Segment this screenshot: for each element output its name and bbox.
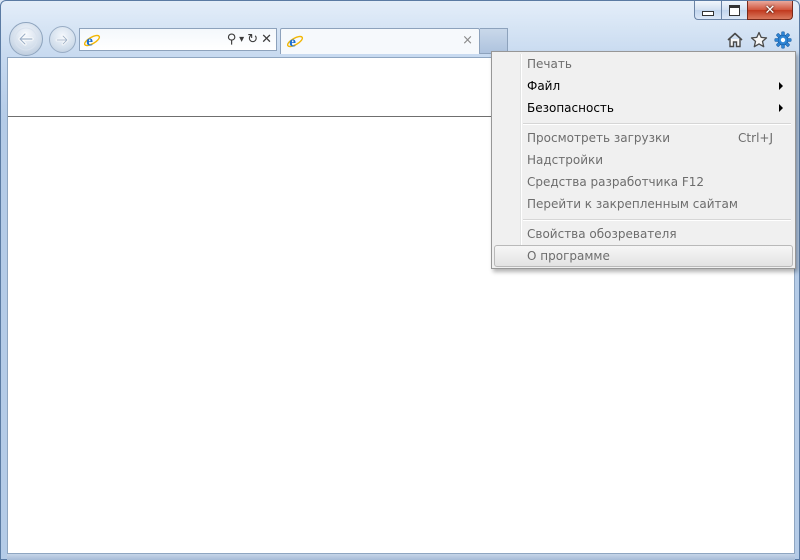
minimize-icon bbox=[702, 10, 714, 16]
home-icon bbox=[727, 32, 743, 48]
caption-buttons: ✕ bbox=[694, 1, 793, 21]
submenu-arrow-icon bbox=[779, 104, 783, 112]
maximize-icon bbox=[729, 4, 740, 16]
address-tools: ⚲ ▾ ↻ ✕ bbox=[227, 32, 272, 47]
maximize-button[interactable] bbox=[721, 1, 747, 20]
menu-item-file[interactable]: Файл bbox=[494, 75, 793, 97]
menu-item-label: Файл bbox=[527, 79, 561, 93]
tab-ie-icon: e bbox=[286, 32, 304, 51]
menu-separator bbox=[523, 219, 791, 221]
forward-button[interactable] bbox=[49, 26, 76, 53]
back-arrow-icon bbox=[14, 27, 38, 51]
menu-separator bbox=[523, 123, 791, 125]
menu-item-internet-options[interactable]: Свойства обозревателя bbox=[494, 223, 793, 245]
submenu-arrow-icon bbox=[779, 82, 783, 90]
menu-item-label: Печать bbox=[527, 57, 572, 71]
menu-item-label: Безопасность bbox=[527, 101, 614, 115]
menu-item-label: О программе bbox=[527, 249, 610, 263]
refresh-icon[interactable]: ↻ bbox=[247, 32, 258, 47]
gear-icon bbox=[774, 31, 792, 49]
menu-item-view-downloads[interactable]: Просмотреть загрузки Ctrl+J bbox=[494, 127, 793, 149]
minimize-button[interactable] bbox=[694, 1, 721, 20]
tab-close-button[interactable]: × bbox=[462, 33, 473, 48]
tools-menu: Печать Файл Безопасность Просмотреть заг… bbox=[491, 51, 796, 269]
menu-item-pinned-sites[interactable]: Перейти к закрепленным сайтам bbox=[494, 193, 793, 215]
address-dropdown-icon[interactable]: ▾ bbox=[239, 32, 244, 47]
tools-button[interactable] bbox=[772, 29, 794, 51]
menu-item-label: Надстройки bbox=[527, 153, 604, 167]
menu-item-label: Перейти к закрепленным сайтам bbox=[527, 197, 738, 211]
menu-item-about[interactable]: О программе bbox=[494, 245, 793, 267]
favorites-button[interactable] bbox=[748, 29, 770, 51]
stop-icon[interactable]: ✕ bbox=[261, 32, 272, 47]
menu-item-security[interactable]: Безопасность bbox=[494, 97, 793, 119]
search-icon[interactable]: ⚲ bbox=[227, 32, 237, 47]
menu-item-addons[interactable]: Надстройки bbox=[494, 149, 793, 171]
close-icon: ✕ bbox=[764, 2, 776, 18]
back-button[interactable] bbox=[9, 22, 43, 56]
ie-page-icon: e bbox=[83, 31, 101, 50]
forward-arrow-icon bbox=[55, 34, 68, 45]
close-window-button[interactable]: ✕ bbox=[747, 1, 793, 20]
status-bar bbox=[7, 554, 795, 560]
menu-item-developer-tools[interactable]: Средства разработчика F12 bbox=[494, 171, 793, 193]
svg-text:e: e bbox=[289, 35, 296, 51]
browser-tab[interactable]: e × bbox=[280, 28, 480, 54]
menu-item-shortcut: Ctrl+J bbox=[738, 131, 773, 145]
menu-item-label: Просмотреть загрузки bbox=[527, 131, 671, 145]
address-bar[interactable]: e ⚲ ▾ ↻ ✕ bbox=[79, 28, 277, 51]
star-icon bbox=[750, 31, 768, 48]
svg-text:e: e bbox=[86, 34, 93, 50]
home-button[interactable] bbox=[724, 29, 746, 51]
menu-item-print[interactable]: Печать bbox=[494, 53, 793, 75]
menu-item-label: Свойства обозревателя bbox=[527, 227, 677, 241]
menu-item-label: Средства разработчика F12 bbox=[527, 175, 705, 189]
